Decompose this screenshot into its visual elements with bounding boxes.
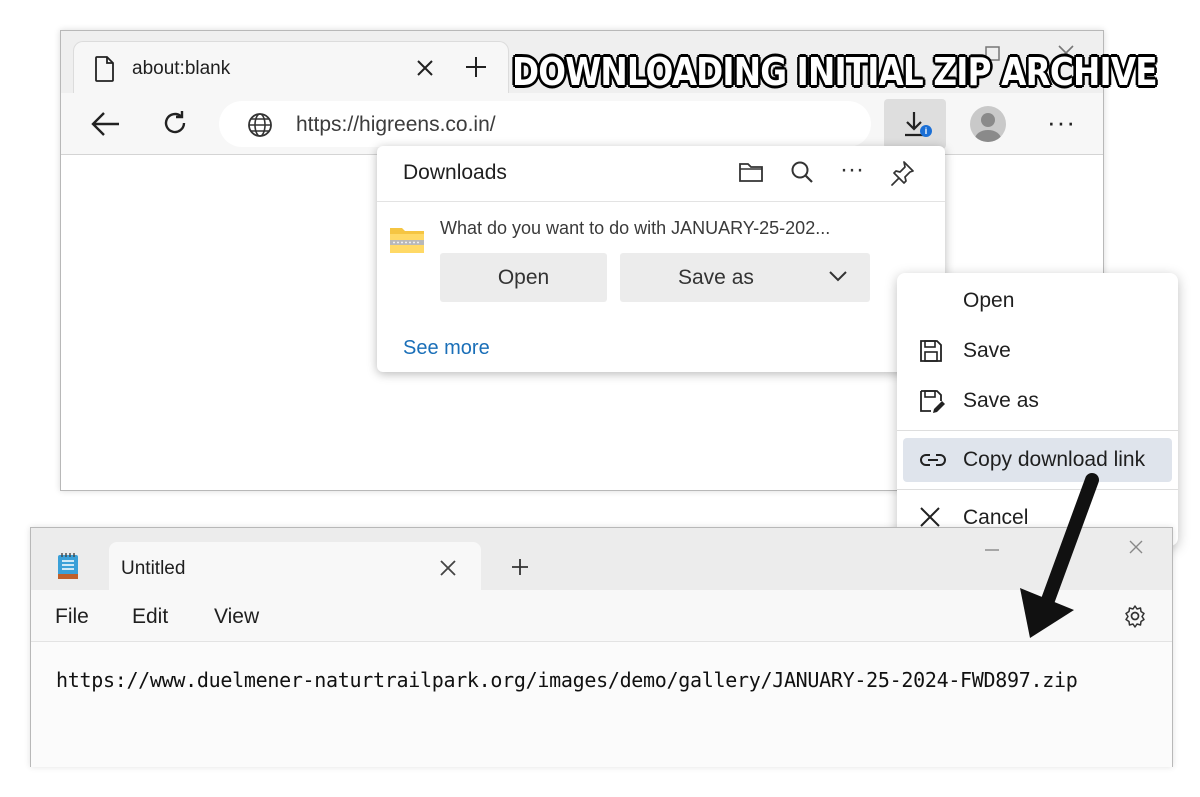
menu-item-label: Copy download link (963, 448, 1146, 471)
folder-icon[interactable] (738, 160, 764, 189)
notepad-tab-title: Untitled (121, 558, 186, 579)
overlay-caption: DOWNLOADING INITIAL ZIP ARCHIVE (512, 50, 1158, 94)
menu-item-label: Open (963, 289, 1015, 312)
notepad-tabstrip: Untitled (31, 528, 1172, 590)
menu-item-save-as[interactable]: Save as (903, 379, 1172, 423)
close-tab-icon[interactable] (439, 559, 457, 582)
save-as-icon (919, 389, 945, 420)
close-tab-icon[interactable] (416, 59, 434, 82)
menu-item-label: Save (963, 339, 1011, 362)
menu-view[interactable]: View (214, 605, 259, 629)
back-arrow-icon[interactable] (91, 111, 121, 142)
globe-icon (247, 112, 273, 143)
search-icon[interactable] (790, 160, 814, 189)
menu-separator (897, 430, 1178, 431)
link-icon (919, 448, 947, 477)
notepad-app-icon (57, 552, 79, 585)
browser-tab-title: about:blank (132, 58, 231, 79)
gear-icon[interactable] (1123, 604, 1147, 633)
window-close-icon[interactable] (1127, 538, 1145, 561)
menu-edit[interactable]: Edit (132, 605, 168, 629)
downloads-title: Downloads (403, 161, 507, 184)
notepad-menubar: File Edit View (31, 590, 1172, 642)
downloads-button[interactable]: i (884, 99, 946, 149)
menu-item-open[interactable]: Open (903, 279, 1172, 323)
new-tab-icon[interactable] (465, 56, 487, 83)
new-tab-icon[interactable] (511, 558, 529, 581)
notepad-editor[interactable]: https://www.duelmener-naturtrailpark.org… (31, 642, 1172, 767)
save-as-label: Save as (678, 266, 754, 289)
more-options-icon[interactable]: ··· (1047, 107, 1076, 138)
downloads-header: Downloads ··· (377, 146, 945, 202)
address-url: https://higreens.co.in/ (296, 113, 496, 136)
pin-icon[interactable] (889, 160, 915, 191)
minimize-icon[interactable] (983, 538, 1001, 561)
chevron-down-icon[interactable] (828, 269, 848, 288)
save-as-button[interactable]: Save as (620, 253, 870, 302)
more-options-icon[interactable]: ··· (840, 156, 864, 184)
download-prompt: What do you want to do with JANUARY-25-2… (440, 218, 831, 238)
notepad-window: Untitled File Edit View https://www.duel… (30, 527, 1173, 767)
zip-folder-icon (389, 224, 425, 259)
save-icon (919, 339, 943, 368)
avatar[interactable] (970, 106, 1006, 142)
menu-file[interactable]: File (55, 605, 89, 629)
notepad-tab[interactable]: Untitled (109, 542, 481, 590)
annotation-arrow (1020, 473, 1099, 638)
menu-item-save[interactable]: Save (903, 329, 1172, 373)
download-info-badge: i (920, 125, 932, 137)
see-more-link[interactable]: See more (403, 337, 490, 360)
page-icon (94, 56, 116, 87)
refresh-icon[interactable] (161, 109, 189, 142)
downloads-panel: Downloads ··· What do you want to do wit… (377, 146, 945, 372)
browser-tab[interactable]: about:blank (73, 41, 509, 93)
editor-text: https://www.duelmener-naturtrailpark.org… (56, 668, 1078, 692)
open-button[interactable]: Open (440, 253, 607, 302)
address-bar[interactable]: https://higreens.co.in/ (219, 101, 871, 147)
menu-item-label: Save as (963, 389, 1039, 412)
